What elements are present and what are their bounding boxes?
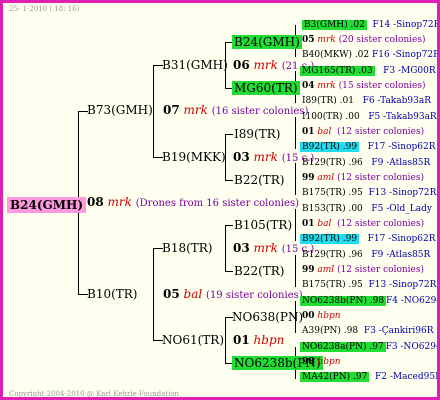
g4-node[interactable]: MG165(TR) .03 F3 -MG00R (300, 66, 436, 76)
copyright: Copyright 2004-2010 @ Karl Kehrle Founda… (9, 390, 180, 398)
connector (295, 117, 296, 149)
g4-node[interactable]: B175(TR) .95 F13 -Sinop72R (302, 189, 436, 198)
g3-b24-name[interactable]: B24(GMH) (232, 35, 302, 49)
connector (225, 180, 233, 181)
g2-b19-name[interactable]: B19(MKK) (162, 151, 226, 163)
connector (225, 225, 226, 271)
g4-node: 04 mrk (15 sister colonies) (302, 81, 426, 91)
connector (153, 248, 154, 340)
connector (225, 317, 226, 363)
g4-node[interactable]: NO6238b(PN) .98F4 -NO6294R (300, 296, 437, 306)
g4-node[interactable]: I100(TR) .00 F5 -Takab93aR (302, 113, 437, 122)
g4-node[interactable]: B129(TR) .96 F9 -Atlas85R (302, 159, 430, 168)
g3-b22b-name[interactable]: B22(TR) (234, 265, 285, 277)
g4-node[interactable]: I89(TR) .01 F6 -Takab93aR (302, 97, 431, 106)
g3-b22a-name[interactable]: B22(TR) (234, 174, 285, 186)
pedigree-chart: 25- 1-2010 ( 18: 16) B24(GMH) 08 mrk (Dr… (0, 0, 440, 400)
g1-top-name[interactable]: B73(GMH) (87, 104, 153, 116)
g4-node: 00 hbpn (302, 311, 341, 321)
g4-node[interactable]: B40(MKW) .02 F16 -Sinop72R (302, 51, 437, 60)
g4-node: 99 aml (12 sister colonies) (302, 173, 424, 183)
g4-node: 05 mrk (20 sister colonies) (302, 35, 426, 45)
report-date: 25- 1-2010 ( 18: 16) (9, 5, 80, 13)
connector (295, 209, 296, 241)
g4-node[interactable]: A39(PN) .98 F3 -Çankiri96R (302, 327, 434, 336)
g4-node[interactable]: B92(TR) .99 F17 -Sinop62R (300, 234, 436, 244)
root-name: B24(GMH) (7, 197, 87, 213)
connector (295, 255, 296, 287)
g2-b31-name[interactable]: B31(GMH) (162, 59, 228, 71)
connector (225, 225, 233, 226)
g4-node[interactable]: B92(TR) .99 F17 -Sinop62R (300, 142, 436, 152)
g4-node: 98 hbpn (302, 357, 341, 367)
g2-no61-info: 01 hbpn (233, 333, 285, 347)
g4-node: 99 aml (12 sister colonies) (302, 265, 424, 275)
connector (225, 134, 233, 135)
connector (153, 65, 154, 157)
g4-node[interactable]: B3(GMH) .02 F14 -Sinop72R (302, 20, 437, 30)
g1-top-info: 07 mrk (16 sister colonies) (163, 103, 309, 117)
g3-mg60-name[interactable]: MG60(TR) (232, 81, 300, 95)
root-node[interactable]: B24(GMH) (7, 196, 87, 213)
g4-node[interactable]: NO6238a(PN) .97F3 -NO6294R (300, 342, 437, 352)
g4-node[interactable]: B153(TR) .00 F5 -Old_Lady (302, 205, 432, 214)
g2-no61-name[interactable]: NO61(TR) (162, 334, 224, 346)
g3-no638-name[interactable]: NO638(PN) (232, 311, 303, 323)
g3-i89-name[interactable]: I89(TR) (234, 128, 280, 140)
g2-b18-name[interactable]: B18(TR) (162, 242, 213, 254)
g1-bottom-name[interactable]: B10(TR) (87, 288, 138, 300)
g1-bottom-info: 05 bal (19 sister colonies) (163, 287, 303, 301)
g4-node[interactable]: B175(TR) .95 F13 -Sinop72R (302, 281, 436, 290)
connector (225, 271, 233, 272)
connector (295, 163, 296, 195)
g4-node[interactable]: MA42(PN) .97 F2 -Maced95R (300, 372, 437, 382)
g4-node: 01 bal (12 sister colonies) (302, 127, 425, 137)
root-info: 08 mrk (Drones from 16 sister colonies) (87, 195, 299, 209)
g4-node[interactable]: B129(TR) .96 F9 -Atlas85R (302, 251, 430, 260)
g4-node: 01 bal (12 sister colonies) (302, 219, 425, 229)
g3-b105-name[interactable]: B105(TR) (234, 219, 292, 231)
